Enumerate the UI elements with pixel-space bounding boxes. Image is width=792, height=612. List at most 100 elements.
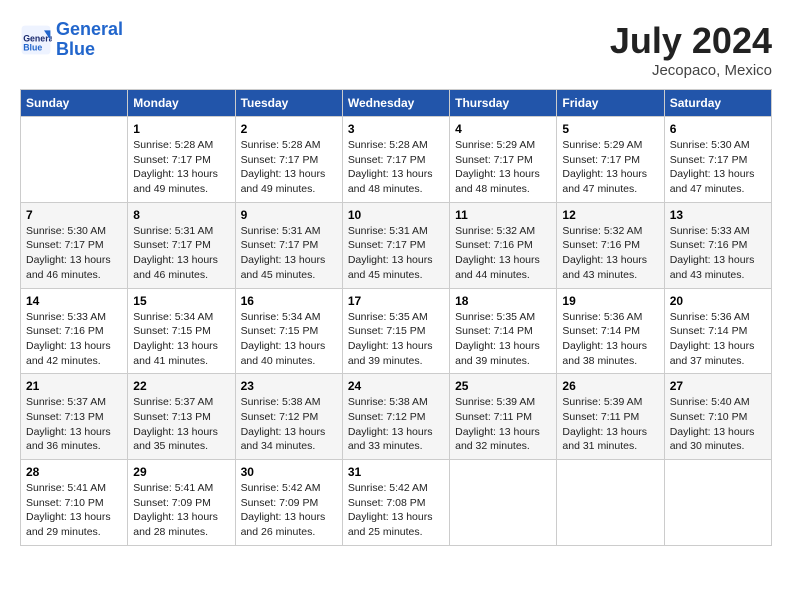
calendar-cell: 11 Sunrise: 5:32 AM Sunset: 7:16 PM Dayli…	[450, 202, 557, 288]
weekday-header: Tuesday	[235, 90, 342, 117]
day-info: Sunrise: 5:32 AM Sunset: 7:16 PM Dayligh…	[562, 224, 658, 283]
day-number: 23	[241, 379, 337, 393]
day-number: 20	[670, 294, 766, 308]
day-number: 17	[348, 294, 444, 308]
calendar-week-row: 1 Sunrise: 5:28 AM Sunset: 7:17 PM Daylig…	[21, 117, 772, 203]
day-info: Sunrise: 5:41 AM Sunset: 7:10 PM Dayligh…	[26, 481, 122, 540]
day-number: 21	[26, 379, 122, 393]
day-number: 26	[562, 379, 658, 393]
day-info: Sunrise: 5:41 AM Sunset: 7:09 PM Dayligh…	[133, 481, 229, 540]
day-info: Sunrise: 5:28 AM Sunset: 7:17 PM Dayligh…	[241, 138, 337, 197]
title-block: July 2024 Jecopaco, Mexico	[610, 20, 772, 79]
calendar-cell: 26 Sunrise: 5:39 AM Sunset: 7:11 PM Dayli…	[557, 374, 664, 460]
calendar-cell: 13 Sunrise: 5:33 AM Sunset: 7:16 PM Dayli…	[664, 202, 771, 288]
day-info: Sunrise: 5:35 AM Sunset: 7:14 PM Dayligh…	[455, 310, 551, 369]
day-info: Sunrise: 5:33 AM Sunset: 7:16 PM Dayligh…	[670, 224, 766, 283]
calendar-cell: 22Sunrise: 5:37 AM Sunset: 7:13 PM Dayli…	[128, 374, 235, 460]
calendar-cell: 2 Sunrise: 5:28 AM Sunset: 7:17 PM Daylig…	[235, 117, 342, 203]
calendar-cell: 29 Sunrise: 5:41 AM Sunset: 7:09 PM Dayli…	[128, 460, 235, 546]
calendar-cell: 27 Sunrise: 5:40 AM Sunset: 7:10 PM Dayli…	[664, 374, 771, 460]
day-info: Sunrise: 5:31 AM Sunset: 7:17 PM Dayligh…	[348, 224, 444, 283]
weekday-header: Saturday	[664, 90, 771, 117]
weekday-header: Sunday	[21, 90, 128, 117]
logo-icon: General Blue	[20, 24, 52, 56]
calendar-cell: 12 Sunrise: 5:32 AM Sunset: 7:16 PM Dayli…	[557, 202, 664, 288]
day-info: Sunrise: 5:31 AM Sunset: 7:17 PM Dayligh…	[133, 224, 229, 283]
day-info: Sunrise: 5:31 AM Sunset: 7:17 PM Dayligh…	[241, 224, 337, 283]
calendar-week-row: 7 Sunrise: 5:30 AM Sunset: 7:17 PM Daylig…	[21, 202, 772, 288]
day-info: Sunrise: 5:34 AM Sunset: 7:15 PM Dayligh…	[241, 310, 337, 369]
day-info: Sunrise: 5:36 AM Sunset: 7:14 PM Dayligh…	[670, 310, 766, 369]
calendar-cell: 6 Sunrise: 5:30 AM Sunset: 7:17 PM Daylig…	[664, 117, 771, 203]
calendar-cell: 17Sunrise: 5:35 AM Sunset: 7:15 PM Dayli…	[342, 288, 449, 374]
day-info: Sunrise: 5:28 AM Sunset: 7:17 PM Dayligh…	[348, 138, 444, 197]
day-number: 30	[241, 465, 337, 479]
calendar-cell: 10 Sunrise: 5:31 AM Sunset: 7:17 PM Dayli…	[342, 202, 449, 288]
day-number: 5	[562, 122, 658, 136]
weekday-header: Monday	[128, 90, 235, 117]
day-number: 8	[133, 208, 229, 222]
day-number: 19	[562, 294, 658, 308]
day-number: 16	[241, 294, 337, 308]
day-number: 2	[241, 122, 337, 136]
day-number: 12	[562, 208, 658, 222]
day-info: Sunrise: 5:38 AM Sunset: 7:12 PM Dayligh…	[241, 395, 337, 454]
day-info: Sunrise: 5:33 AM Sunset: 7:16 PM Dayligh…	[26, 310, 122, 369]
day-info: Sunrise: 5:39 AM Sunset: 7:11 PM Dayligh…	[455, 395, 551, 454]
day-number: 29	[133, 465, 229, 479]
day-number: 1	[133, 122, 229, 136]
calendar-cell: 15 Sunrise: 5:34 AM Sunset: 7:15 PM Dayli…	[128, 288, 235, 374]
day-info: Sunrise: 5:30 AM Sunset: 7:17 PM Dayligh…	[26, 224, 122, 283]
day-info: Sunrise: 5:37 AM Sunset: 7:13 PM Dayligh…	[26, 395, 122, 454]
day-info: Sunrise: 5:29 AM Sunset: 7:17 PM Dayligh…	[562, 138, 658, 197]
day-info: Sunrise: 5:28 AM Sunset: 7:17 PM Dayligh…	[133, 138, 229, 197]
calendar-cell: 18 Sunrise: 5:35 AM Sunset: 7:14 PM Dayli…	[450, 288, 557, 374]
calendar-cell: 24Sunrise: 5:38 AM Sunset: 7:12 PM Dayli…	[342, 374, 449, 460]
calendar-cell: 1 Sunrise: 5:28 AM Sunset: 7:17 PM Daylig…	[128, 117, 235, 203]
day-number: 10	[348, 208, 444, 222]
day-number: 14	[26, 294, 122, 308]
svg-text:Blue: Blue	[23, 42, 42, 52]
page-header: General Blue GeneralBlue July 2024 Jecop…	[20, 20, 772, 79]
day-number: 3	[348, 122, 444, 136]
calendar-cell: 21 Sunrise: 5:37 AM Sunset: 7:13 PM Dayli…	[21, 374, 128, 460]
calendar-cell: 7 Sunrise: 5:30 AM Sunset: 7:17 PM Daylig…	[21, 202, 128, 288]
month-title: July 2024	[610, 20, 772, 62]
logo: General Blue GeneralBlue	[20, 20, 123, 60]
day-info: Sunrise: 5:39 AM Sunset: 7:11 PM Dayligh…	[562, 395, 658, 454]
calendar-cell: 28 Sunrise: 5:41 AM Sunset: 7:10 PM Dayli…	[21, 460, 128, 546]
weekday-header: Thursday	[450, 90, 557, 117]
day-number: 7	[26, 208, 122, 222]
day-number: 28	[26, 465, 122, 479]
day-number: 13	[670, 208, 766, 222]
calendar-cell: 9Sunrise: 5:31 AM Sunset: 7:17 PM Daylig…	[235, 202, 342, 288]
day-info: Sunrise: 5:40 AM Sunset: 7:10 PM Dayligh…	[670, 395, 766, 454]
day-number: 15	[133, 294, 229, 308]
calendar-week-row: 14 Sunrise: 5:33 AM Sunset: 7:16 PM Dayli…	[21, 288, 772, 374]
calendar-cell: 16 Sunrise: 5:34 AM Sunset: 7:15 PM Dayli…	[235, 288, 342, 374]
calendar-cell: 4Sunrise: 5:29 AM Sunset: 7:17 PM Daylig…	[450, 117, 557, 203]
calendar-cell	[450, 460, 557, 546]
day-number: 25	[455, 379, 551, 393]
day-info: Sunrise: 5:36 AM Sunset: 7:14 PM Dayligh…	[562, 310, 658, 369]
day-number: 11	[455, 208, 551, 222]
day-info: Sunrise: 5:34 AM Sunset: 7:15 PM Dayligh…	[133, 310, 229, 369]
calendar-cell: 8 Sunrise: 5:31 AM Sunset: 7:17 PM Daylig…	[128, 202, 235, 288]
day-number: 6	[670, 122, 766, 136]
calendar-cell: 31Sunrise: 5:42 AM Sunset: 7:08 PM Dayli…	[342, 460, 449, 546]
calendar-week-row: 21 Sunrise: 5:37 AM Sunset: 7:13 PM Dayli…	[21, 374, 772, 460]
day-info: Sunrise: 5:32 AM Sunset: 7:16 PM Dayligh…	[455, 224, 551, 283]
day-number: 18	[455, 294, 551, 308]
day-info: Sunrise: 5:42 AM Sunset: 7:09 PM Dayligh…	[241, 481, 337, 540]
calendar-week-row: 28 Sunrise: 5:41 AM Sunset: 7:10 PM Dayli…	[21, 460, 772, 546]
day-number: 22	[133, 379, 229, 393]
day-number: 27	[670, 379, 766, 393]
calendar-cell	[557, 460, 664, 546]
calendar-cell: 30 Sunrise: 5:42 AM Sunset: 7:09 PM Dayli…	[235, 460, 342, 546]
calendar-cell: 20 Sunrise: 5:36 AM Sunset: 7:14 PM Dayli…	[664, 288, 771, 374]
weekday-header: Friday	[557, 90, 664, 117]
calendar-cell	[664, 460, 771, 546]
day-info: Sunrise: 5:30 AM Sunset: 7:17 PM Dayligh…	[670, 138, 766, 197]
calendar-cell: 14 Sunrise: 5:33 AM Sunset: 7:16 PM Dayli…	[21, 288, 128, 374]
day-info: Sunrise: 5:29 AM Sunset: 7:17 PM Dayligh…	[455, 138, 551, 197]
